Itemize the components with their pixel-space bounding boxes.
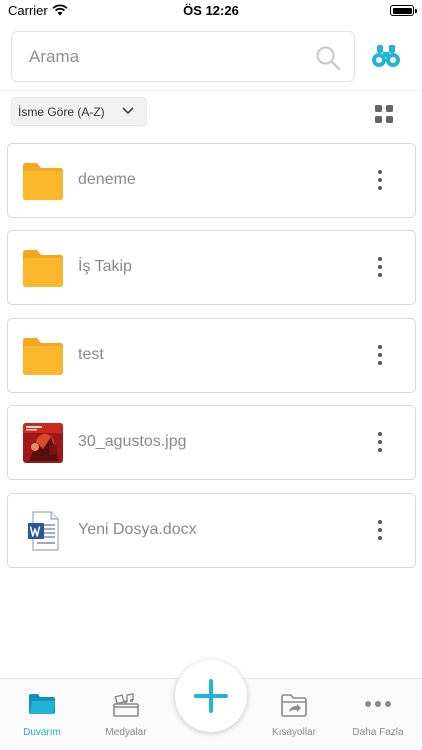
word-document-icon [28,511,59,551]
file-item-is-takip[interactable]: İş Takip [7,230,416,305]
sort-dropdown[interactable]: İsme Göre (A-Z) [11,97,147,126]
tab-kisayollar[interactable]: Kısayollar [252,693,336,749]
sort-label: İsme Göre (A-Z) [18,105,105,119]
file-name: İş Takip [78,258,132,275]
more-vertical-icon[interactable] [372,254,388,282]
tab-label: Daha Fazla [352,727,404,738]
file-item-yeni-dosya[interactable]: Yeni Dosya.docx [7,493,416,568]
file-name: 30_agustos.jpg [78,433,187,450]
tab-duvarim[interactable]: Duvarım [0,693,84,749]
folder-icon [23,163,63,200]
file-name: Yeni Dosya.docx [78,521,197,538]
folder-icon [23,250,63,287]
search-input[interactable] [29,32,309,81]
file-item-test[interactable]: test [7,318,416,393]
more-vertical-icon[interactable] [372,517,388,545]
search-box[interactable] [11,31,355,82]
file-item-30-agustos[interactable]: 30_agustos.jpg [7,405,416,480]
media-icon [113,693,139,717]
more-vertical-icon[interactable] [372,342,388,370]
more-vertical-icon[interactable] [372,429,388,457]
grid-view-icon[interactable] [375,105,393,123]
file-name: test [78,346,104,363]
header-divider [0,90,422,91]
more-horizontal-icon [365,701,391,707]
plus-icon [194,679,228,713]
shortcut-folder-icon [281,694,307,717]
chevron-down-icon [122,107,134,115]
status-bar: Carrier ÖS 12:26 [0,0,422,22]
battery-icon [390,5,417,16]
more-vertical-icon[interactable] [372,167,388,195]
status-time: ÖS 12:26 [183,3,239,18]
image-thumbnail [23,423,63,463]
tab-label: Duvarım [23,727,61,738]
binoculars-icon[interactable] [371,44,401,68]
search-icon[interactable] [315,45,341,71]
tab-medyalar[interactable]: Medyalar [84,693,168,749]
add-button[interactable] [175,660,247,732]
tab-label: Medyalar [105,727,147,738]
folder-icon [29,694,55,714]
file-item-deneme[interactable]: deneme [7,143,416,218]
file-name: deneme [78,171,136,188]
tab-daha-fazla[interactable]: Daha Fazla [336,693,420,749]
folder-icon [23,338,63,375]
tab-label: Kısayollar [272,727,316,738]
